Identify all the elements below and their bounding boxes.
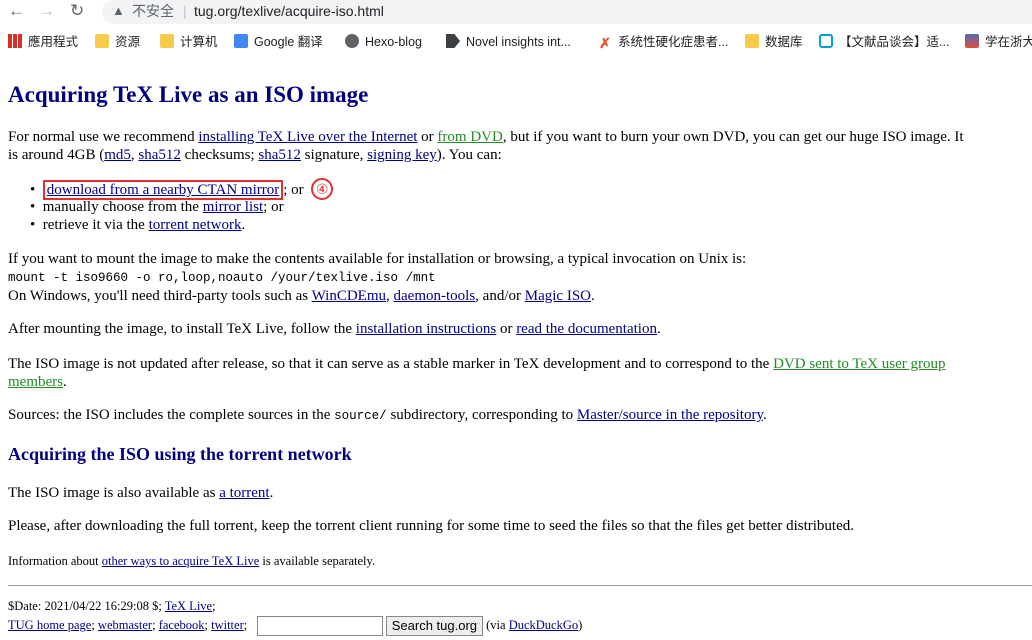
link-master-source[interactable]: Master/source in the repository	[577, 407, 763, 423]
link-signing-key[interactable]: signing key	[367, 147, 437, 163]
bookmark-folder-resources[interactable]: 资源	[95, 33, 140, 51]
link-tug-home[interactable]: TUG home page	[8, 618, 91, 632]
globe-icon	[345, 34, 359, 48]
bookmark-google-translate[interactable]: Google 翻译	[234, 33, 323, 51]
bullet-dot: •	[30, 182, 43, 198]
bookmark-zju[interactable]: 学在浙大	[965, 33, 1032, 51]
link-a-torrent[interactable]: a torrent	[219, 485, 269, 501]
bullet-dot: •	[30, 199, 43, 215]
bookmark-apps[interactable]: 應用程式	[8, 33, 78, 51]
warning-icon: ▲	[112, 3, 125, 18]
link-ctan-mirror[interactable]: download from a nearby CTAN mirror	[47, 182, 280, 198]
bookmark-folder-database[interactable]: 数据库	[745, 33, 803, 51]
apps-grid-icon	[8, 34, 22, 48]
reload-button[interactable]: ↻	[70, 1, 84, 21]
mount-command: mount -t iso9660 -o ro,loop,noauto /your…	[8, 271, 436, 285]
link-dvd-user-group[interactable]: DVD sent to TeX user group	[773, 356, 945, 372]
bookmark-icon	[446, 34, 460, 48]
sources-line: Sources: the ISO includes the complete s…	[8, 407, 767, 423]
page-title: Acquiring TeX Live as an ISO image	[8, 82, 369, 107]
bullet-dot: •	[30, 217, 43, 233]
bookmark-ssc-patients[interactable]: ✗ 系统性硬化症患者...	[598, 33, 728, 51]
torrent-heading: Acquiring the ISO using the torrent netw…	[8, 444, 352, 464]
link-wincdemu[interactable]: WinCDEmu	[312, 288, 386, 304]
back-button[interactable]: ←	[8, 1, 25, 21]
bookmark-folder-computer[interactable]: 计算机	[160, 33, 218, 51]
seed-line: Please, after downloading the full torre…	[8, 518, 855, 534]
link-installation-instructions[interactable]: installation instructions	[356, 321, 496, 337]
bookmark-literature[interactable]: 【文献品谈会】适...	[819, 33, 949, 51]
torrent-line: The ISO image is also available as a tor…	[8, 485, 274, 501]
list-item: • manually choose from the mirror list; …	[30, 199, 284, 215]
annotation-marker: ④	[311, 178, 334, 200]
link-read-documentation[interactable]: read the documentation	[516, 321, 657, 337]
bookmark-novel-insights[interactable]: Novel insights int...	[446, 33, 571, 51]
search-button[interactable]: Search tug.org	[385, 616, 484, 637]
bilibili-icon	[819, 34, 833, 48]
list-item: • retrieve it via the torrent network.	[30, 217, 246, 233]
iso-update-line-2: members.	[8, 374, 67, 390]
link-facebook[interactable]: facebook	[159, 618, 205, 632]
link-sha512-signature[interactable]: sha512	[258, 147, 301, 163]
intro-line-1: For normal use we recommend installing T…	[8, 129, 964, 145]
after-mount-line: After mounting the image, to install TeX…	[8, 321, 661, 337]
link-install-internet[interactable]: installing TeX Live over the Internet	[198, 129, 417, 145]
footer-links-line: TUG home page; webmaster; facebook; twit…	[8, 613, 582, 637]
footer-divider	[8, 585, 1032, 586]
intro-line-2: is around 4GB (md5, sha512 checksums; sh…	[8, 147, 502, 163]
link-other-ways[interactable]: other ways to acquire TeX Live	[102, 554, 260, 568]
bookmark-hexo-blog[interactable]: Hexo-blog	[345, 33, 422, 51]
x-logo-icon: ✗	[599, 35, 611, 51]
browser-chrome: ← → ↻ ▲ 不安全 | tug.org/texlive/acquire-is…	[0, 0, 1032, 59]
windows-tools-line: On Windows, you'll need third-party tool…	[8, 288, 595, 304]
link-mirror-list[interactable]: mirror list	[203, 199, 263, 215]
google-translate-icon	[234, 34, 248, 48]
link-md5[interactable]: md5	[104, 147, 131, 163]
link-texlive[interactable]: TeX Live	[165, 599, 212, 613]
link-sha512-checksum[interactable]: sha512	[138, 147, 181, 163]
folder-icon	[160, 34, 174, 48]
mount-text: If you want to mount the image to make t…	[8, 251, 747, 267]
address-separator: |	[183, 3, 187, 19]
url-text[interactable]: tug.org/texlive/acquire-iso.html	[194, 0, 384, 22]
nav-row: ← → ↻ ▲ 不安全 | tug.org/texlive/acquire-is…	[0, 0, 1032, 25]
forward-button[interactable]: →	[38, 1, 55, 21]
search-input[interactable]	[256, 616, 383, 637]
address-bar[interactable]: ▲ 不安全 | tug.org/texlive/acquire-iso.html	[102, 0, 1032, 24]
folder-icon	[95, 34, 109, 48]
bookmarks-bar: 應用程式 资源 计算机 Google 翻译 Hexo-blog Novel in…	[0, 30, 1032, 54]
link-from-dvd[interactable]: from DVD	[437, 129, 502, 145]
zju-logo-icon	[965, 34, 979, 48]
link-dvd-user-group-members[interactable]: members	[8, 374, 63, 390]
iso-update-line-1: The ISO image is not updated after relea…	[8, 356, 946, 372]
link-duckduckgo[interactable]: DuckDuckGo	[509, 618, 578, 632]
link-twitter[interactable]: twitter	[211, 618, 244, 632]
link-torrent-network[interactable]: torrent network	[149, 217, 242, 233]
insecure-label: 不安全	[132, 3, 174, 19]
link-magic-iso[interactable]: Magic ISO	[525, 288, 591, 304]
info-line: Information about other ways to acquire …	[8, 554, 376, 568]
link-webmaster[interactable]: webmaster	[98, 618, 152, 632]
folder-icon	[745, 34, 759, 48]
list-item: • download from a nearby CTAN mirror; or…	[30, 178, 334, 200]
link-daemon-tools[interactable]: daemon-tools	[394, 288, 476, 304]
highlight-box: download from a nearby CTAN mirror	[42, 180, 284, 200]
